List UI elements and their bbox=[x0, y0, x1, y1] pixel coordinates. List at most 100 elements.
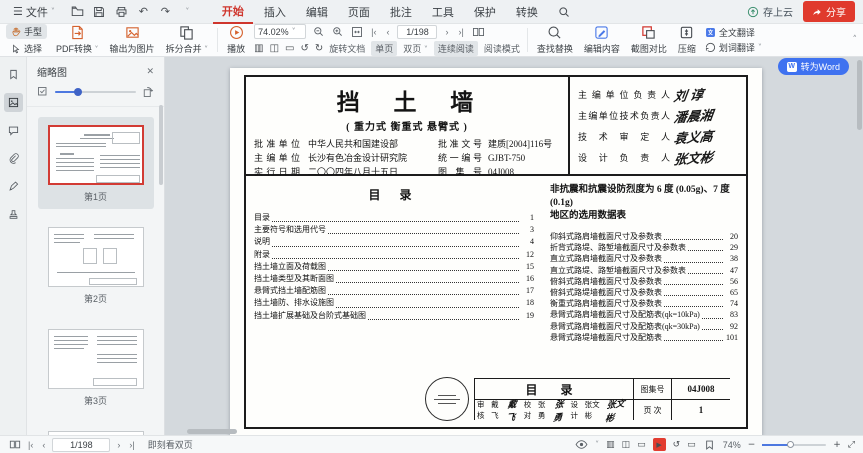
convert-to-word-button[interactable]: W 转为Word bbox=[777, 58, 849, 75]
two-page-layout-icon[interactable]: ◫ bbox=[622, 440, 631, 450]
redo-icon[interactable]: ↷ bbox=[158, 4, 173, 19]
tab-page[interactable]: 页面 bbox=[339, 0, 379, 23]
bookmarks-panel-icon[interactable] bbox=[4, 65, 23, 84]
tab-protect[interactable]: 保护 bbox=[465, 0, 505, 23]
print-icon[interactable] bbox=[114, 4, 129, 19]
find-replace-button[interactable]: 查找替换 bbox=[535, 24, 575, 56]
collapse-ribbon-button[interactable]: ˄ bbox=[853, 35, 858, 45]
search-icon[interactable] bbox=[557, 4, 572, 19]
first-page-button[interactable]: |‹ bbox=[369, 27, 378, 37]
find-replace-label: 查找替换 bbox=[536, 44, 573, 54]
eye-protect-icon[interactable] bbox=[575, 438, 588, 451]
select-tool-label: 选择 bbox=[24, 44, 43, 54]
page-number-input[interactable] bbox=[52, 437, 111, 452]
last-page-button[interactable]: ›| bbox=[456, 27, 465, 37]
zoom-out-icon[interactable] bbox=[312, 25, 325, 38]
attachments-panel-icon[interactable] bbox=[4, 149, 23, 168]
tab-convert[interactable]: 转换 bbox=[507, 0, 547, 23]
tab-edit[interactable]: 编辑 bbox=[297, 0, 337, 23]
quick-access-caret-icon[interactable]: ˅ bbox=[180, 4, 195, 19]
zoom-in-button[interactable]: + bbox=[833, 440, 841, 450]
thumbnail-size-slider[interactable] bbox=[55, 88, 136, 96]
horizontal-scrollbar[interactable] bbox=[187, 429, 237, 434]
thumbnail-page-3[interactable]: 第3页 bbox=[38, 321, 154, 413]
toc-item: 衡重式路肩墙截面尺寸及参数表 bbox=[550, 299, 662, 309]
full-translate-button[interactable]: 全文翻译 bbox=[705, 26, 762, 39]
tab-tools[interactable]: 工具 bbox=[423, 0, 463, 23]
prev-page-button[interactable]: ‹ bbox=[40, 440, 47, 450]
single-page-layout-icon[interactable]: ▭ bbox=[637, 440, 646, 450]
open-folder-icon[interactable] bbox=[70, 4, 85, 19]
rotate-view-icon[interactable]: ↺ bbox=[673, 440, 681, 450]
page-number-input[interactable] bbox=[397, 24, 438, 39]
thumbnail-page-2[interactable]: 第2页 bbox=[38, 219, 154, 311]
file-menu[interactable]: ☰ 文件 ˅ bbox=[8, 2, 60, 22]
multi-select-icon[interactable] bbox=[37, 86, 49, 98]
save-to-cloud-button[interactable]: 存上云 bbox=[747, 4, 793, 19]
undo-icon[interactable]: ↶ bbox=[136, 4, 151, 19]
select-tool-button[interactable]: 选择 bbox=[6, 41, 47, 56]
booklet-view-icon[interactable] bbox=[472, 25, 485, 38]
toc-item: 挡土墙立面及荷载图 bbox=[254, 261, 326, 271]
panel-scrollbar[interactable] bbox=[159, 105, 163, 185]
tab-home[interactable]: 开始 bbox=[212, 0, 253, 24]
edit-content-button[interactable]: 编辑内容 bbox=[582, 24, 622, 56]
zoom-level-select[interactable]: 74.02% ˅ bbox=[254, 24, 307, 39]
zoom-out-button[interactable]: − bbox=[748, 440, 756, 450]
split-merge-button[interactable]: 拆分合并 ˅ bbox=[164, 24, 211, 56]
next-page-button[interactable]: › bbox=[443, 27, 450, 37]
single-page-button[interactable]: 单页 bbox=[371, 41, 398, 56]
presentation-mode-button[interactable]: ▶ bbox=[652, 438, 666, 451]
translate-icon bbox=[705, 28, 715, 37]
compress-button[interactable]: 压缩 bbox=[676, 24, 698, 56]
bookmark-icon[interactable] bbox=[703, 438, 716, 451]
save-icon[interactable] bbox=[92, 4, 107, 19]
tab-annotate[interactable]: 批注 bbox=[381, 0, 421, 23]
continuous-view-icon[interactable]: ▥ bbox=[254, 43, 263, 54]
zoom-slider-knob[interactable] bbox=[787, 441, 795, 448]
fit-page-icon[interactable] bbox=[350, 25, 363, 38]
toc-page: 92 bbox=[730, 321, 738, 331]
zoom-in-icon[interactable] bbox=[331, 25, 344, 38]
fit-width-icon[interactable]: ▥ bbox=[606, 440, 615, 450]
comments-panel-icon[interactable] bbox=[4, 121, 23, 140]
chevron-down-icon[interactable]: ˅ bbox=[595, 440, 599, 449]
booklet-view-icon[interactable] bbox=[8, 438, 21, 451]
page-index-label: 页 次 bbox=[634, 400, 672, 420]
zoom-slider[interactable] bbox=[762, 441, 827, 448]
tab-insert[interactable]: 插入 bbox=[255, 0, 295, 23]
continuous-read-button[interactable]: 连续阅读 bbox=[433, 41, 478, 56]
rotate-left-icon[interactable]: ↺ bbox=[300, 43, 308, 54]
official-role: 主编单位技术负责人 bbox=[578, 111, 670, 121]
first-page-button[interactable]: |‹ bbox=[26, 440, 35, 450]
rotate-document-button[interactable]: 旋转文档 bbox=[329, 42, 365, 55]
play-button[interactable]: 播放 bbox=[225, 24, 247, 56]
crop-view-icon[interactable]: ▭ bbox=[687, 440, 696, 450]
word-translate-button[interactable]: 划词翻译 ˅ bbox=[705, 41, 762, 54]
export-image-button[interactable]: 输出为图片 bbox=[108, 24, 157, 56]
double-page-button[interactable]: 双页 ˅ bbox=[403, 42, 428, 55]
next-page-button[interactable]: › bbox=[115, 440, 122, 450]
share-button[interactable]: 分享 bbox=[803, 1, 855, 22]
slider-knob[interactable] bbox=[74, 88, 83, 96]
screenshot-compare-button[interactable]: 截图对比 bbox=[629, 24, 669, 56]
thumbnails-panel-icon[interactable] bbox=[3, 93, 23, 112]
close-icon[interactable]: ✕ bbox=[146, 67, 154, 77]
page-view-hint[interactable]: 即刻看双页 bbox=[148, 438, 193, 451]
stamp-panel-icon[interactable] bbox=[4, 205, 23, 224]
thumbnail-page-4[interactable]: 第4页 bbox=[38, 423, 154, 435]
rotate-page-icon[interactable] bbox=[142, 86, 154, 98]
fullscreen-icon[interactable]: ⤢ bbox=[848, 440, 855, 450]
prev-page-button[interactable]: ‹ bbox=[384, 27, 391, 37]
two-page-view-icon[interactable]: ◫ bbox=[270, 43, 279, 54]
hand-tool-button[interactable]: 手型 bbox=[6, 24, 48, 39]
single-page-view-icon[interactable]: ▭ bbox=[285, 43, 294, 54]
last-page-button[interactable]: ›| bbox=[127, 440, 136, 450]
rotate-right-icon[interactable]: ↻ bbox=[315, 43, 323, 54]
vertical-scrollbar[interactable] bbox=[857, 60, 862, 130]
thumbnail-page-1[interactable]: 第1页 bbox=[37, 117, 154, 209]
signature-panel-icon[interactable] bbox=[4, 177, 23, 196]
pdf-convert-button[interactable]: PDF转换 ˅ bbox=[54, 24, 101, 56]
read-mode-label-row[interactable]: 阅读模式 bbox=[484, 42, 520, 55]
file-menu-label: 文件 bbox=[25, 6, 48, 19]
